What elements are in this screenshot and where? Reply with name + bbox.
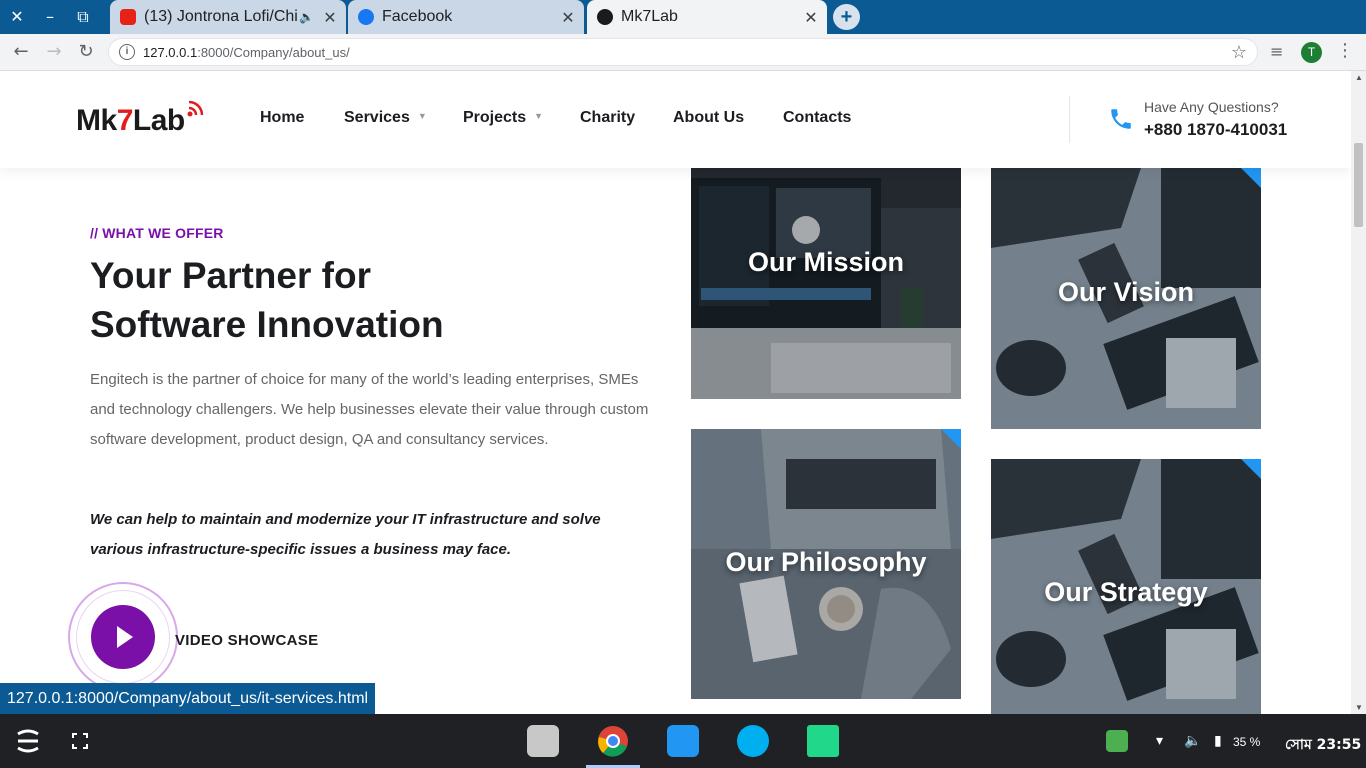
minimize-icon[interactable]: – (40, 7, 60, 27)
emphasis-paragraph: We can help to maintain and modernize yo… (90, 511, 601, 558)
restore-window-icon[interactable]: ⧉ (73, 7, 93, 27)
url-text: 127.0.0.1:8000/Company/about_us/ (143, 45, 350, 60)
caret-down-icon: ▼ (534, 111, 544, 121)
files-app-icon[interactable] (527, 725, 559, 757)
card-our-philosophy[interactable]: Our Philosophy (691, 429, 961, 699)
tab-close-icon[interactable]: ✕ (558, 8, 578, 27)
close-window-icon[interactable]: ✕ (7, 7, 27, 27)
reload-icon[interactable]: ↻ (74, 40, 98, 64)
video-play-button[interactable] (91, 605, 155, 669)
mission-image (691, 168, 961, 399)
back-icon[interactable]: ← (9, 40, 33, 64)
caret-down-icon: ▼ (417, 111, 427, 121)
phone-icon (1111, 109, 1131, 129)
speaker-icon[interactable]: 🔈 (299, 10, 314, 24)
clock[interactable]: সোম 23:55 (1285, 733, 1361, 757)
chrome-icon[interactable] (597, 725, 629, 757)
fullscreen-icon[interactable] (72, 733, 88, 749)
tab-close-icon[interactable]: ✕ (801, 8, 821, 27)
browser-tab-strip: ✕ – ⧉ (13) Jontrona Lofi/Chi 🔈 ✕ Faceboo… (0, 0, 1366, 34)
launcher-icon[interactable] (14, 728, 42, 754)
volume-icon[interactable]: 🔈 (1184, 733, 1201, 749)
os-taskbar: ▾ 🔈 ▮ 35 % সোম 23:55 (0, 714, 1366, 768)
video-showcase-label[interactable]: VIDEO SHOWCASE (175, 632, 318, 649)
forward-icon[interactable]: → (42, 40, 66, 64)
nav-projects[interactable]: Projects ▼ (463, 109, 543, 127)
scroll-down-icon[interactable]: ▼ (1355, 703, 1363, 712)
contact-phone[interactable]: +880 1870-410031 (1144, 120, 1287, 140)
card-title: Our Mission (747, 247, 904, 277)
security-check-icon[interactable] (1106, 730, 1128, 752)
bookmark-star-icon[interactable]: ☆ (1231, 42, 1247, 63)
card-title: Our Strategy (1044, 577, 1208, 607)
nav-contacts[interactable]: Contacts (783, 109, 851, 127)
tab-facebook[interactable]: Facebook ✕ (348, 0, 584, 34)
address-bar[interactable]: i 127.0.0.1:8000/Company/about_us/ ☆ (108, 38, 1258, 66)
nav-services[interactable]: Services ▼ (344, 109, 427, 127)
scrollbar-thumb[interactable] (1354, 143, 1363, 227)
card-corner-accent (1241, 459, 1261, 479)
tab-youtube[interactable]: (13) Jontrona Lofi/Chi 🔈 ✕ (110, 0, 346, 34)
tab-close-icon[interactable]: ✕ (320, 8, 340, 27)
tab-title: Facebook (382, 8, 453, 25)
card-corner-accent (1241, 168, 1261, 188)
browser-menu-icon[interactable]: ⋮ (1336, 40, 1354, 61)
header-divider (1069, 96, 1070, 143)
play-icon (117, 626, 133, 648)
nav-charity[interactable]: Charity (580, 109, 635, 127)
card-title: Our Philosophy (725, 547, 927, 577)
pycharm-icon[interactable] (807, 725, 839, 757)
link-status-bubble: 127.0.0.1:8000/Company/about_us/it-servi… (0, 683, 376, 714)
store-app-icon[interactable] (667, 725, 699, 757)
battery-percent: 35 % (1233, 735, 1261, 749)
mk7lab-icon (597, 9, 613, 25)
signal-icon (187, 100, 204, 117)
nav-home[interactable]: Home (260, 109, 304, 127)
card-our-vision[interactable]: Our Vision (991, 168, 1261, 429)
contact-question-label: Have Any Questions? (1144, 99, 1279, 115)
site-info-icon[interactable]: i (119, 44, 135, 60)
tab-title: Mk7Lab (621, 8, 678, 25)
skype-icon[interactable] (737, 725, 769, 757)
site-header: Mk7Lab Home Services ▼ Projects ▼ Charity … (0, 71, 1351, 168)
tab-title: (13) Jontrona Lofi/Chi (144, 8, 298, 25)
nav-about-us[interactable]: About Us (673, 109, 744, 127)
page-scrollbar[interactable]: ▲ ▼ (1351, 71, 1366, 714)
profile-avatar[interactable]: T (1301, 42, 1322, 63)
site-logo[interactable]: Mk7Lab (76, 100, 204, 138)
intro-paragraph: Engitech is the partner of choice for ma… (90, 371, 649, 448)
media-control-icon[interactable]: ≡ (1270, 42, 1283, 61)
browser-toolbar: ← → ↻ i 127.0.0.1:8000/Company/about_us/… (0, 34, 1366, 71)
card-title: Our Vision (1057, 277, 1195, 307)
facebook-icon (358, 9, 374, 25)
card-our-mission[interactable]: Our Mission (691, 168, 961, 399)
section-eyebrow: // WHAT WE OFFER (90, 225, 224, 241)
new-tab-button[interactable]: + (833, 4, 860, 30)
battery-icon[interactable]: ▮ (1214, 733, 1222, 749)
section-headline: Your Partner for Software Innovation (90, 255, 444, 345)
tab-mk7lab[interactable]: Mk7Lab ✕ (587, 0, 827, 34)
scroll-up-icon[interactable]: ▲ (1355, 73, 1363, 82)
card-our-strategy[interactable]: Our Strategy (991, 459, 1261, 714)
web-page: Mk7Lab Home Services ▼ Projects ▼ Charity … (0, 71, 1351, 714)
wifi-icon[interactable]: ▾ (1156, 733, 1163, 749)
youtube-icon (120, 9, 136, 25)
card-corner-accent (941, 429, 961, 449)
